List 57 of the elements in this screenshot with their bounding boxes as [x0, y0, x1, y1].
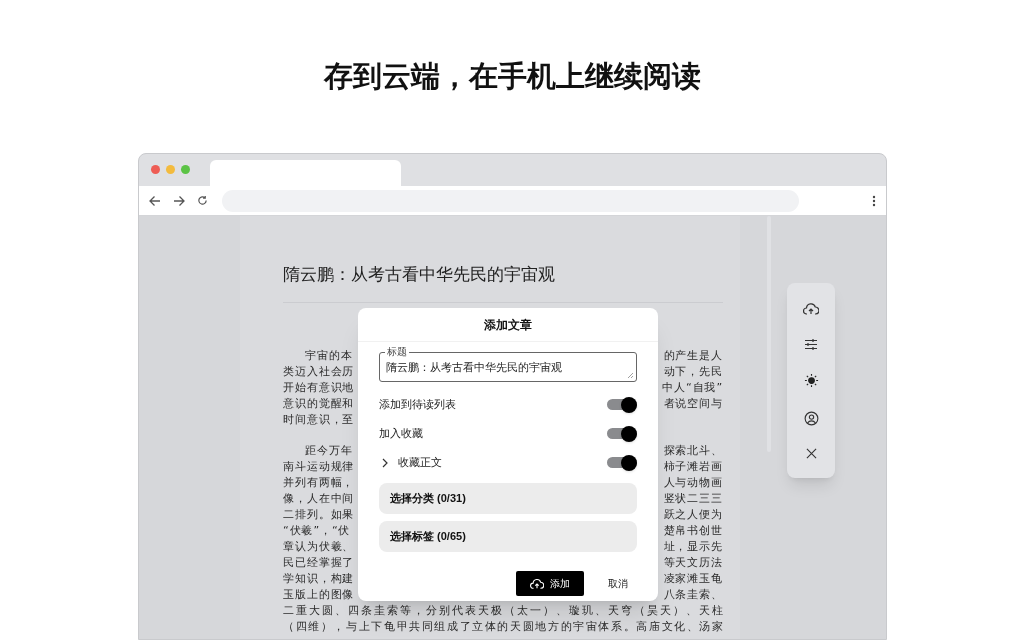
article-text: 民已经掌握了 — [283, 555, 355, 571]
option-label: 收藏正文 — [398, 455, 442, 471]
article-text: （四维），与上下龟甲共同组成了立体的天圆地方的宇宙体系。高庙文化、汤家 — [283, 619, 723, 635]
user-icon[interactable] — [803, 410, 819, 426]
picker-button[interactable]: 选择分类 (0/31) — [379, 483, 637, 514]
article-text: 的产生是人 — [663, 348, 723, 364]
cloud-upload-icon — [530, 577, 544, 590]
article-text: 二排列。如果 — [283, 507, 355, 523]
article-text: 楚帛书创世 — [663, 523, 723, 539]
forward-arrow-icon[interactable] — [173, 194, 185, 207]
toggle-switch[interactable] — [607, 396, 637, 413]
dialog-title: 添加文章 — [358, 308, 658, 342]
article-text: 探索北斗、 — [663, 443, 723, 459]
article-text: 时间意识，至 — [283, 412, 355, 428]
article-text: 人与动物画 — [663, 475, 723, 491]
article-text: 学知识，构建 — [283, 571, 355, 587]
more-menu-icon[interactable] — [872, 194, 876, 207]
chevron-icon[interactable] — [382, 457, 388, 468]
back-arrow-icon[interactable] — [149, 194, 161, 207]
article-text: 动下，先民 — [663, 364, 723, 380]
article-text: 竖状二三三 — [663, 491, 723, 507]
article-text: 者说空间与 — [663, 396, 723, 412]
article-text: “伏羲”，“伏 — [283, 523, 351, 539]
article-text: 二重大圆、四条圭索等，分别代表天极（太一）、璇玑、天穹（昊天）、天柱 — [283, 603, 723, 619]
article-text: 意识的觉醒和 — [283, 396, 355, 412]
option-label: 加入收藏 — [379, 426, 423, 442]
article-title: 隋云鹏：从考古看中华先民的宇宙观 — [283, 263, 556, 286]
article-text: 跃之人便为 — [663, 507, 723, 523]
article-text: 等天文历法 — [663, 555, 723, 571]
cancel-button[interactable]: 取消 — [608, 576, 628, 591]
article-text: 凌家滩玉龟 — [663, 571, 723, 587]
reload-icon[interactable] — [197, 195, 208, 206]
article-text: 并列有两幅， — [283, 475, 355, 491]
add-button[interactable]: 添加 — [516, 571, 584, 596]
article-text: 像，人在中间 — [283, 491, 355, 507]
sliders-icon[interactable] — [804, 338, 818, 352]
article-text: 八条圭索、 — [663, 587, 723, 603]
picker-button[interactable]: 选择标签 (0/65) — [379, 521, 637, 552]
cloud-upload-icon[interactable] — [803, 302, 819, 317]
article-text: 玉版上的图像 — [283, 587, 355, 603]
article-text: 柿子滩岩画 — [663, 459, 723, 475]
resize-handle-icon[interactable] — [628, 373, 633, 378]
close-icon[interactable] — [805, 447, 817, 459]
article-text: 章认为伏羲、 — [283, 539, 355, 555]
article-text: 中人“自我” — [662, 380, 723, 396]
toggle-switch[interactable] — [607, 454, 637, 471]
article-text: 类迈入社会历 — [283, 364, 355, 380]
field-label: 标题 — [385, 346, 409, 358]
option-label: 添加到待读列表 — [379, 397, 456, 413]
article-text: 距今万年 — [304, 443, 353, 459]
headline: 存到云端，在手机上继续阅读 — [323, 57, 701, 95]
article-text: 南斗运动规律 — [283, 459, 355, 475]
sun-icon[interactable] — [803, 373, 819, 389]
article-text: 开始有意识地 — [283, 380, 355, 396]
article-text: 址，显示先 — [663, 539, 723, 555]
toggle-switch[interactable] — [607, 425, 637, 442]
article-text: 宇宙的本 — [304, 348, 353, 364]
